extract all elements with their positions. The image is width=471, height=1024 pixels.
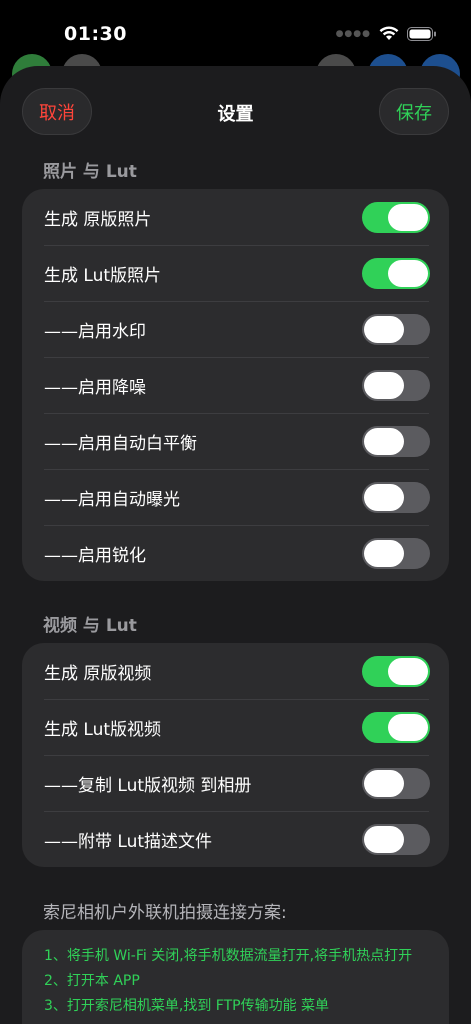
setting-row-auto-exposure: ——启用自动曝光 <box>22 469 449 525</box>
setting-row-original-video: 生成 原版视频 <box>22 643 449 699</box>
connection-guide-title: 索尼相机户外联机拍摄连接方案: <box>43 903 287 923</box>
status-time: 01:30 <box>64 23 127 45</box>
setting-label: ——启用水印 <box>44 321 146 342</box>
setting-label: ——启用锐化 <box>44 545 146 566</box>
toggle-lut-video[interactable] <box>362 712 430 743</box>
setting-row-auto-white-balance: ——启用自动白平衡 <box>22 413 449 469</box>
toggle-auto-white-balance[interactable] <box>362 426 430 457</box>
section-header-video: 视频 与 Lut <box>43 616 137 636</box>
setting-row-noise-reduction: ——启用降噪 <box>22 357 449 413</box>
setting-row-original-photo: 生成 原版照片 <box>22 189 449 245</box>
toggle-original-video[interactable] <box>362 656 430 687</box>
setting-label: 生成 原版视频 <box>44 663 152 684</box>
setting-label: 生成 原版照片 <box>44 209 152 230</box>
section-header-photo: 照片 与 Lut <box>43 162 137 182</box>
setting-label: ——启用自动曝光 <box>44 489 180 510</box>
setting-label: 生成 Lut版视频 <box>44 719 162 740</box>
setting-row-lut-description-file: ——附带 Lut描述文件 <box>22 811 449 867</box>
setting-label: ——附带 Lut描述文件 <box>44 831 213 852</box>
setting-label: 生成 Lut版照片 <box>44 265 162 286</box>
toggle-original-photo[interactable] <box>362 202 430 233</box>
photo-settings-group: 生成 原版照片 生成 Lut版照片 ——启用水印 ——启用降噪 ——启用自动白平… <box>22 189 449 581</box>
settings-sheet: 取消 设置 保存 照片 与 Lut 生成 原版照片 生成 Lut版照片 ——启用… <box>0 66 471 1024</box>
wifi-icon <box>379 26 399 40</box>
video-settings-group: 生成 原版视频 生成 Lut版视频 ——复制 Lut版视频 到相册 ——附带 L… <box>22 643 449 867</box>
battery-icon <box>407 26 436 41</box>
guide-step: 3、打开索尼相机菜单,找到 FTP传输功能 菜单 <box>44 998 330 1014</box>
setting-row-copy-to-album: ——复制 Lut版视频 到相册 <box>22 755 449 811</box>
status-bar: 01:30 ●●●● <box>0 0 471 62</box>
toggle-sharpen[interactable] <box>362 538 430 569</box>
connection-guide-box: 1、将手机 Wi-Fi 关闭,将手机数据流量打开,将手机热点打开 2、打开本 A… <box>22 930 449 1024</box>
signal-dots-icon: ●●●● <box>335 28 371 39</box>
save-button[interactable]: 保存 <box>379 88 449 135</box>
status-icons: ●●●● <box>336 26 437 41</box>
setting-row-lut-video: 生成 Lut版视频 <box>22 699 449 755</box>
setting-label: ——复制 Lut版视频 到相册 <box>44 775 252 796</box>
setting-label: ——启用自动白平衡 <box>44 433 197 454</box>
toggle-copy-to-album[interactable] <box>362 768 430 799</box>
setting-row-sharpen: ——启用锐化 <box>22 525 449 581</box>
guide-step: 1、将手机 Wi-Fi 关闭,将手机数据流量打开,将手机热点打开 <box>44 948 413 964</box>
setting-row-watermark: ——启用水印 <box>22 301 449 357</box>
guide-step: 2、打开本 APP <box>44 973 140 989</box>
setting-row-lut-photo: 生成 Lut版照片 <box>22 245 449 301</box>
toggle-noise-reduction[interactable] <box>362 370 430 401</box>
toggle-lut-description-file[interactable] <box>362 824 430 855</box>
toggle-lut-photo[interactable] <box>362 258 430 289</box>
toggle-auto-exposure[interactable] <box>362 482 430 513</box>
setting-label: ——启用降噪 <box>44 377 146 398</box>
toggle-watermark[interactable] <box>362 314 430 345</box>
